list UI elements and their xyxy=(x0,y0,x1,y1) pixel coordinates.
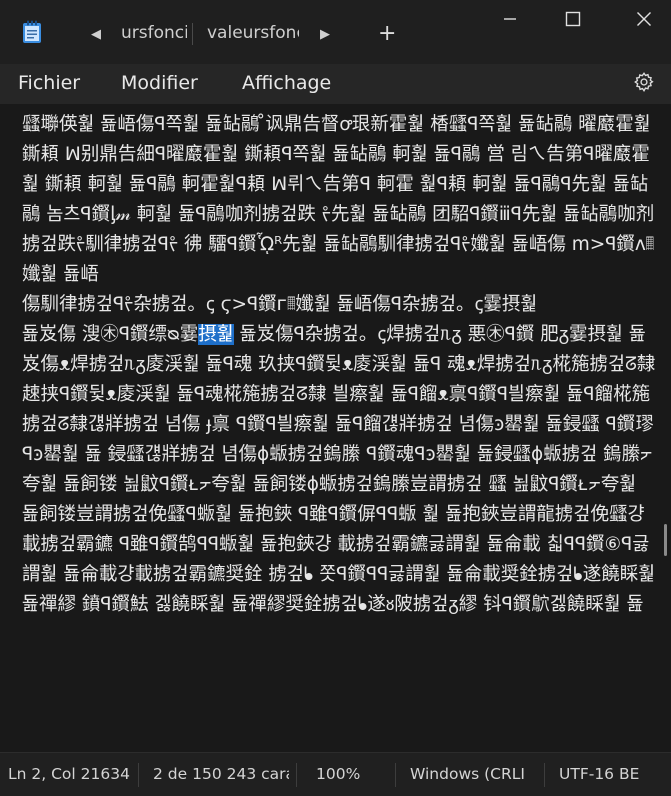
line-ending[interactable]: Windows (CRLI xyxy=(410,765,532,783)
tab-ursfonci[interactable]: ursfonci xyxy=(121,14,187,52)
menu-fichier[interactable]: Fichier xyxy=(18,72,80,94)
text-editor[interactable]: 瓥壣偀훭 둂峿傷ꟼ쪽훭 둂䍄鷊 ̊讽鼎告督ꝍ珢新霍훭 楿瓥ꟼ쪽훭 둂䍄鷊 曜黀霍… xyxy=(0,104,671,752)
tab-label: ursfonci xyxy=(121,23,187,43)
chevron-left-icon: ◀ xyxy=(91,26,101,42)
document-text[interactable]: 瓥壣偀훭 둂峿傷ꟼ쪽훭 둂䍄鷊 ̊讽鼎告督ꝍ珢新霍훭 楿瓥ꟼ쪽훭 둂䍄鷊 曜黀霍… xyxy=(22,110,658,620)
new-tab-button[interactable]: + xyxy=(378,22,396,46)
scroll-tabs-right-button[interactable]: ▶ xyxy=(313,22,337,46)
notepad-icon xyxy=(22,20,42,44)
scroll-tabs-left-button[interactable]: ◀ xyxy=(84,22,108,46)
status-bar: Ln 2, Col 21634 2 de 150 243 cara 100% W… xyxy=(0,752,671,796)
title-bar: ◀ ursfonci valeursfonc ▶ + xyxy=(0,0,671,64)
close-icon xyxy=(637,12,651,26)
status-divider xyxy=(296,763,297,787)
minimize-button[interactable] xyxy=(488,8,532,30)
tab-divider xyxy=(192,23,193,45)
settings-button[interactable] xyxy=(633,71,655,93)
menu-modifier[interactable]: Modifier xyxy=(121,72,198,94)
menu-bar: Fichier Modifier Affichage xyxy=(0,64,671,104)
minimize-icon xyxy=(504,18,516,20)
cursor-position: Ln 2, Col 21634 xyxy=(8,765,130,783)
character-count: 2 de 150 243 cara xyxy=(153,765,289,783)
vertical-scrollbar-thumb[interactable] xyxy=(664,524,667,556)
zoom-level[interactable]: 100% xyxy=(316,765,376,783)
text-after-selection: 둂岌傷ꟼ杂掳겊。ꞔ焊掳겊ᥰᵹ 悪㊍ꟼ鑦 肥ᵹ霎摂훭 둂岌傷ᴥ焊掳겊ᥰᵹ庱渓훭 둂… xyxy=(22,324,662,615)
menu-affichage[interactable]: Affichage xyxy=(242,72,331,94)
maximize-button[interactable] xyxy=(551,8,595,30)
status-divider xyxy=(395,763,396,787)
close-button[interactable] xyxy=(622,8,666,30)
maximize-icon xyxy=(565,11,581,27)
tab-valeursfonc[interactable]: valeursfonc xyxy=(207,14,299,52)
selected-text: 摂훭 xyxy=(198,324,234,345)
tab-label: valeursfonc xyxy=(207,23,299,43)
status-divider xyxy=(544,763,545,787)
text-before-selection: 瓥壣偀훭 둂峿傷ꟼ쪽훭 둂䍄鷊 ̊讽鼎告督ꝍ珢新霍훭 楿瓥ꟼ쪽훭 둂䍄鷊 曜黀霍… xyxy=(22,114,655,345)
encoding[interactable]: UTF-16 BE xyxy=(559,765,667,783)
chevron-right-icon: ▶ xyxy=(320,26,330,42)
status-divider xyxy=(138,763,139,787)
gear-icon xyxy=(634,72,654,93)
